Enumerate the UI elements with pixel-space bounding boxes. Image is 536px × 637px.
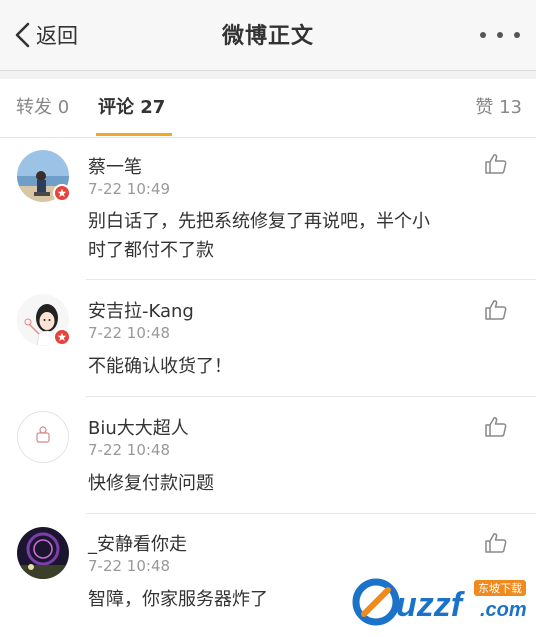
comment-item: Biu大大超人 7-22 10:48 快修复付款问题 — [0, 397, 536, 514]
svg-text:.com: .com — [480, 599, 527, 621]
avatar[interactable] — [17, 527, 69, 579]
comment-list: 蔡一笔 7-22 10:49 别白话了，先把系统修复了再说吧，半个小 时了都付不… — [0, 138, 536, 637]
tab-repost[interactable]: 转发 0 — [16, 93, 69, 119]
comment-time: 7-22 10:48 — [88, 441, 171, 459]
tab-bar: 转发 0 评论 27 赞 13 — [0, 79, 536, 138]
svg-text:uzzf: uzzf — [396, 586, 466, 624]
watermark-logo: uzzf .com 东坡下载 — [352, 578, 527, 626]
thumbs-up-icon[interactable] — [484, 415, 508, 439]
page-title: 微博正文 — [221, 24, 314, 49]
comment-time: 7-22 10:49 — [88, 180, 171, 198]
tab-comment[interactable]: 评论 27 — [98, 93, 165, 119]
comment-text: 不能确认收货了！ — [88, 352, 508, 381]
comment-text-line: 快修复付款问题 — [88, 473, 214, 494]
more-dot-icon — [480, 32, 486, 38]
comment-item: 蔡一笔 7-22 10:49 别白话了，先把系统修复了再说吧，半个小 时了都付不… — [0, 138, 536, 280]
comment-text: 别白话了，先把系统修复了再说吧，半个小 时了都付不了款 — [88, 207, 508, 265]
verified-badge-icon — [53, 184, 71, 202]
thumbs-up-icon[interactable] — [484, 152, 508, 176]
avatar-photo-icon — [17, 527, 69, 579]
comment-item: 安吉拉-Kang 7-22 10:48 不能确认收货了！ — [0, 280, 536, 397]
comment-username[interactable]: 安吉拉-Kang — [88, 297, 194, 323]
comment-username[interactable]: Biu大大超人 — [88, 414, 189, 440]
comment-username[interactable]: 蔡一笔 — [88, 153, 142, 179]
more-dot-icon — [497, 32, 503, 38]
comment-text: 快修复付款问题 — [88, 469, 508, 498]
tab-like[interactable]: 赞 13 — [475, 93, 522, 119]
comment-time: 7-22 10:48 — [88, 324, 171, 342]
thumbs-up-icon[interactable] — [484, 298, 508, 322]
comment-time: 7-22 10:48 — [88, 557, 171, 575]
verified-badge-icon — [53, 328, 71, 346]
svg-text:东坡下载: 东坡下载 — [478, 582, 522, 595]
avatar-cartoon-icon — [18, 412, 68, 462]
more-button[interactable] — [480, 22, 520, 48]
thumbs-up-icon[interactable] — [484, 531, 508, 555]
comment-text-line: 别白话了，先把系统修复了再说吧，半个小 — [88, 211, 430, 232]
comment-username[interactable]: _安静看你走 — [88, 530, 187, 556]
nav-bar: 返回 微博正文 — [0, 0, 536, 71]
comment-text-line: 时了都付不了款 — [88, 240, 214, 261]
comment-text-line: 不能确认收货了！ — [88, 356, 232, 377]
active-tab-indicator — [96, 133, 172, 136]
avatar[interactable] — [17, 411, 69, 463]
more-dot-icon — [514, 32, 520, 38]
